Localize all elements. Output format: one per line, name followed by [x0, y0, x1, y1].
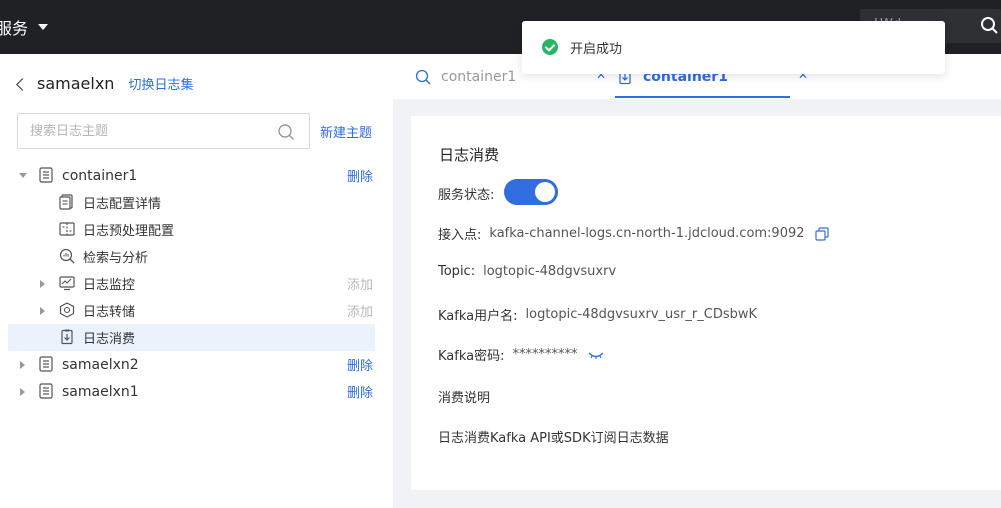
consume-desc-title: 消费说明	[438, 391, 491, 406]
service-status-toggle[interactable]	[504, 179, 558, 205]
consume-icon	[61, 329, 73, 345]
expand-arrow-icon[interactable]	[20, 361, 25, 369]
tree-subitem-label: 日志消费	[83, 332, 136, 347]
tree-item-label: samaelxn1	[62, 383, 139, 400]
preprocess-icon	[59, 222, 75, 236]
topic-label: Topic:	[438, 264, 476, 279]
dump-icon	[59, 302, 75, 318]
left-panel: samaelxn 切换日志集 新建主题 container1 删除	[0, 54, 393, 508]
topic-tree: container1 删除 日志配置详情 日志预处理配置 检索与分析 日志监控 …	[0, 162, 393, 405]
kafka-user-label: Kafka用户名:	[438, 309, 518, 324]
tree-subitem-label: 检索与分析	[83, 251, 149, 266]
tree-item-samaelxn2[interactable]: samaelxn2 删除	[0, 351, 393, 378]
tree-subitem-monitor[interactable]: 日志监控 添加	[0, 270, 393, 297]
tree-subitem-label: 日志预处理配置	[83, 224, 175, 239]
topic-row: Topic: logtopic-48dgvsuxrv	[438, 264, 616, 279]
kafka-password-row: Kafka密码: **********	[438, 345, 604, 364]
topic-search-input[interactable]	[18, 114, 258, 148]
expand-arrow-icon[interactable]	[40, 280, 45, 288]
topic-icon	[39, 356, 53, 372]
tree-subitem-search-analysis[interactable]: 检索与分析	[0, 243, 393, 270]
tree-subitem-preprocess[interactable]: 日志预处理配置	[0, 216, 393, 243]
back-row: samaelxn 切换日志集	[16, 74, 193, 93]
success-check-icon	[542, 39, 558, 55]
tree-item-container1[interactable]: container1 删除	[0, 162, 393, 189]
kafka-password-value: **********	[512, 347, 578, 362]
service-status-row: 服务状态:	[438, 184, 494, 203]
consume-card: 日志消费 服务状态: 接入点: kafka-channel-logs.cn-no…	[411, 116, 1001, 490]
kafka-password-label: Kafka密码:	[438, 349, 505, 364]
toast-message: 开启成功	[570, 42, 623, 57]
tree-subitem-dump[interactable]: 日志转储 添加	[0, 297, 393, 324]
delete-link[interactable]: 删除	[347, 166, 373, 185]
monitor-icon	[59, 276, 75, 291]
active-tab-indicator	[615, 96, 790, 98]
delete-link[interactable]: 删除	[347, 382, 373, 401]
endpoint-label: 接入点:	[438, 228, 482, 243]
endpoint-row: 接入点: kafka-channel-logs.cn-north-1.jdclo…	[438, 224, 829, 243]
document-icon	[59, 194, 73, 210]
add-link[interactable]: 添加	[347, 274, 373, 293]
tree-subitem-consume[interactable]: 日志消费	[8, 324, 375, 351]
search-icon	[415, 69, 431, 84]
tree-item-samaelxn1[interactable]: samaelxn1 删除	[0, 378, 393, 405]
tree-item-label: samaelxn2	[62, 356, 139, 373]
success-toast: 开启成功	[522, 21, 945, 74]
topic-search-box	[17, 113, 310, 149]
topic-icon	[39, 383, 53, 399]
services-menu-label: 服务	[0, 19, 29, 38]
service-status-label: 服务状态:	[438, 188, 495, 203]
copy-icon[interactable]	[814, 226, 829, 241]
services-menu[interactable]: 服务	[0, 15, 49, 39]
section-title: 日志消费	[439, 146, 500, 164]
add-link[interactable]: 添加	[347, 301, 373, 320]
tree-subitem-label: 日志监控	[83, 278, 136, 293]
search-icon[interactable]	[980, 16, 998, 34]
switch-logset-link[interactable]: 切换日志集	[128, 74, 193, 93]
consume-desc-title-row: 消费说明	[438, 387, 490, 406]
new-topic-link[interactable]: 新建主题	[320, 122, 372, 141]
tree-subitem-config-detail[interactable]: 日志配置详情	[0, 189, 393, 216]
logset-name: samaelxn	[37, 74, 115, 93]
kafka-user-row: Kafka用户名: logtopic-48dgvsuxrv_usr_r_CDsb…	[438, 305, 757, 324]
toggle-knob	[535, 182, 555, 202]
topic-icon	[39, 167, 53, 183]
kafka-user-value: logtopic-48dgvsuxrv_usr_r_CDsbwK	[525, 307, 758, 322]
tree-item-label: container1	[62, 167, 138, 184]
topic-value: logtopic-48dgvsuxrv	[483, 264, 617, 279]
search-analysis-icon	[59, 248, 75, 264]
endpoint-value: kafka-channel-logs.cn-north-1.jdcloud.co…	[489, 226, 805, 241]
tab-label: container1	[441, 68, 517, 85]
show-password-icon[interactable]	[588, 350, 604, 360]
tree-subitem-label: 日志配置详情	[83, 197, 162, 212]
tree-subitem-label: 日志转储	[83, 305, 136, 320]
caret-down-icon	[38, 24, 49, 30]
expand-arrow-icon[interactable]	[20, 388, 25, 396]
delete-link[interactable]: 删除	[347, 355, 373, 374]
consume-desc-row: 日志消费Kafka API或SDK订阅日志数据	[438, 427, 669, 446]
consume-desc-text: 日志消费Kafka API或SDK订阅日志数据	[438, 431, 669, 446]
search-icon[interactable]	[277, 123, 295, 141]
expand-arrow-icon[interactable]	[40, 307, 45, 315]
back-chevron-icon[interactable]	[16, 77, 29, 91]
expand-arrow-icon[interactable]	[19, 173, 27, 178]
